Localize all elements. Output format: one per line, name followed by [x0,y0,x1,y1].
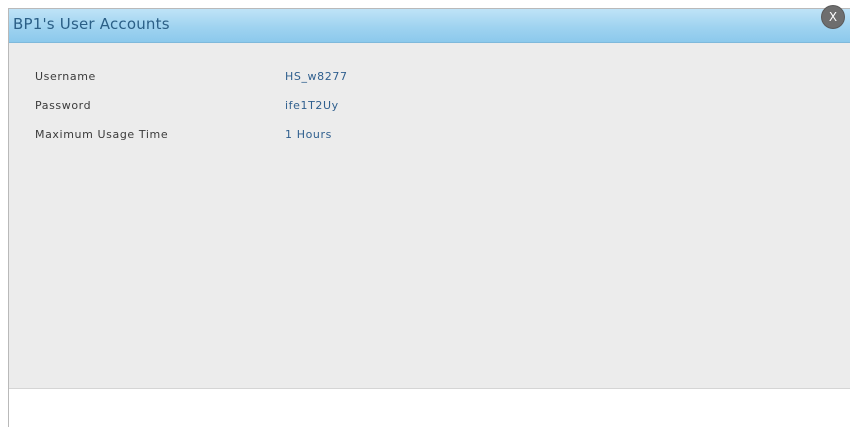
username-row: Username HS_w8277 [9,70,850,88]
dialog-titlebar: BP1's User Accounts [9,9,850,43]
max-usage-time-value: 1 Hours [285,128,332,141]
close-button[interactable]: X [822,6,844,28]
user-accounts-dialog: BP1's User Accounts Username HS_w8277 Pa… [8,8,850,427]
password-value: ife1T2Uy [285,99,339,112]
username-value: HS_w8277 [285,70,348,83]
password-row: Password ife1T2Uy [9,99,850,117]
close-icon: X [828,10,838,24]
dialog-title: BP1's User Accounts [13,15,170,33]
max-usage-time-label: Maximum Usage Time [35,128,169,141]
password-label: Password [35,99,92,112]
account-details-panel: Username HS_w8277 Password ife1T2Uy Maxi… [9,43,850,389]
max-usage-time-row: Maximum Usage Time 1 Hours [9,128,850,146]
username-label: Username [35,70,96,83]
